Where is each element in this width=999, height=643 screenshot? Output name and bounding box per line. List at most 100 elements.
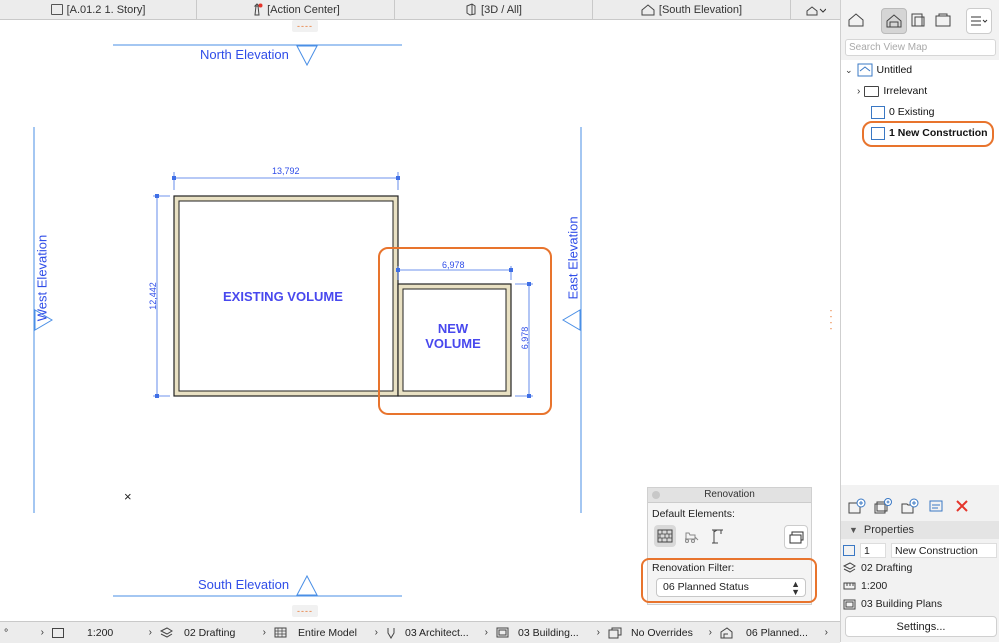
new-view-button[interactable] xyxy=(845,494,869,518)
house-elevation-icon xyxy=(641,3,655,15)
properties-title: Properties xyxy=(863,524,915,536)
publisher-button[interactable] xyxy=(931,8,955,32)
chevron-right-icon: › xyxy=(596,627,600,638)
tab-story[interactable]: [A.01.2 1. Story] xyxy=(0,0,197,19)
new-status-button[interactable] xyxy=(706,525,728,547)
chevron-right-icon: › xyxy=(857,85,861,97)
chevron-right-icon: › xyxy=(262,627,266,638)
new-volume-label-line1: NEW xyxy=(437,321,469,336)
renovation-title-bar[interactable]: Renovation xyxy=(648,488,811,503)
tab-south-elevation-label: [South Elevation] xyxy=(658,3,743,16)
pen-icon xyxy=(387,627,395,639)
tree-item-label: Irrelevant xyxy=(883,85,928,97)
tree-item-label: Untitled xyxy=(876,64,913,76)
search-placeholder: Search View Map xyxy=(849,42,928,53)
options-menu-button[interactable] xyxy=(966,8,992,34)
delete-x-icon xyxy=(956,500,968,512)
settings-button[interactable]: Settings... xyxy=(845,616,997,637)
tree-item-label: 0 Existing xyxy=(889,106,935,118)
scale-item[interactable]: 1:200 › xyxy=(48,627,156,639)
view-map-button[interactable] xyxy=(881,8,907,34)
model-display-item[interactable]: 03 Building... › xyxy=(492,627,604,639)
property-layer-row[interactable]: 02 Drafting xyxy=(843,559,912,577)
clone-view-icon xyxy=(874,498,892,514)
renovation-settings-button[interactable] xyxy=(784,525,808,549)
floor-plan-icon xyxy=(50,4,63,15)
property-scale-row[interactable]: 1:200 xyxy=(843,577,887,595)
tree-item-untitled[interactable]: ⌄ Untitled xyxy=(845,61,912,79)
tab-south-elevation[interactable]: [South Elevation] xyxy=(593,0,791,19)
view-name-field[interactable]: New Construction xyxy=(891,542,997,558)
bottom-dash-marker: ---- xyxy=(292,605,318,617)
scale-ruler-icon xyxy=(843,582,856,590)
new-volume-label-line2: VOLUME xyxy=(425,336,481,351)
model-view-item[interactable]: Entire Model › xyxy=(270,627,382,639)
lighthouse-icon xyxy=(253,3,263,16)
view-icon xyxy=(843,544,855,556)
model-display-label: 03 Building... xyxy=(518,626,579,639)
tab-action-center[interactable]: [Action Center] xyxy=(197,0,395,19)
scale-icon xyxy=(52,627,64,638)
cube-icon xyxy=(466,3,476,16)
graphic-override-label: No Overrides xyxy=(631,626,693,639)
demolish-status-button[interactable] xyxy=(680,525,702,547)
model-view-icon xyxy=(274,627,287,638)
north-elevation-label[interactable]: North Elevation xyxy=(200,47,289,62)
layer-combination-label: 02 Drafting xyxy=(184,626,236,639)
view-tab-bar: [A.01.2 1. Story] [Action Center] [3D / … xyxy=(0,0,840,20)
layout-book-button[interactable] xyxy=(906,8,930,32)
settings-button-label: Settings... xyxy=(896,620,946,633)
tab-story-label: [A.01.2 1. Story] xyxy=(66,3,146,16)
layer-value: 02 Drafting xyxy=(861,562,913,574)
existing-status-button[interactable] xyxy=(654,525,676,547)
dimension-left: 12,442 xyxy=(148,282,158,310)
origin-cross: × xyxy=(124,489,132,504)
view-map-search[interactable]: Search View Map xyxy=(845,39,996,56)
layer-combination-item[interactable]: 02 Drafting › xyxy=(156,627,270,639)
tab-menu-button[interactable] xyxy=(791,0,840,19)
model-view-label: Entire Model xyxy=(298,626,357,639)
view-id-field[interactable]: 1 xyxy=(860,542,886,558)
properties-header[interactable]: ▼ Properties xyxy=(841,521,999,539)
renovation-filter-highlight xyxy=(641,558,817,603)
tree-item-irrelevant[interactable]: › Irrelevant xyxy=(857,82,927,100)
settings-card-icon xyxy=(929,500,943,512)
structure-display-icon xyxy=(843,599,856,609)
renovation-filter-status-label: 06 Planned... xyxy=(746,626,808,639)
tab-action-center-label: [Action Center] xyxy=(267,3,340,16)
chevron-right-icon: › xyxy=(708,627,712,638)
model-display-icon xyxy=(496,627,509,638)
project-map-button[interactable] xyxy=(844,8,868,32)
new-folder-button[interactable] xyxy=(898,494,922,518)
view-settings-button[interactable] xyxy=(924,494,948,518)
publisher-icon xyxy=(935,13,951,27)
dimension-top: 13,792 xyxy=(272,166,300,176)
south-elevation-label[interactable]: South Elevation xyxy=(198,577,289,592)
chevron-right-icon: › xyxy=(40,627,44,638)
angle-item[interactable]: ° › xyxy=(0,627,48,639)
brick-wall-icon xyxy=(657,529,673,543)
navigator-panel: Search View Map ⌄ Untitled › Irrelevant … xyxy=(840,0,999,642)
tree-item-0-existing[interactable]: 0 Existing xyxy=(871,103,935,121)
renovation-filter-item[interactable]: 06 Planned... › xyxy=(716,627,832,639)
disclosure-triangle-icon: ▼ xyxy=(849,525,858,535)
tab-3d[interactable]: [3D / All] xyxy=(395,0,593,19)
delete-button[interactable] xyxy=(950,494,974,518)
new-view-icon xyxy=(848,498,866,514)
bulldozer-icon xyxy=(685,532,699,543)
east-elevation-label[interactable]: East Elevation xyxy=(566,216,581,299)
west-elevation-label[interactable]: West Elevation xyxy=(35,235,50,321)
new-volume-label: NEW VOLUME xyxy=(405,321,501,351)
tab-3d-label: [3D / All] xyxy=(481,3,522,16)
graphic-override-item[interactable]: No Overrides › xyxy=(604,627,716,639)
close-dot-icon[interactable] xyxy=(652,491,660,499)
property-structure-row[interactable]: 03 Building Plans xyxy=(843,595,942,613)
renovation-icon xyxy=(720,626,733,638)
scale-value: 1:200 xyxy=(861,580,888,592)
pen-set-label: 03 Architect... xyxy=(405,626,469,639)
layout-book-icon xyxy=(911,13,925,27)
dimension-new-top: 6,978 xyxy=(442,260,465,270)
pen-set-item[interactable]: 03 Architect... › xyxy=(382,627,492,639)
house-icon xyxy=(848,13,864,27)
clone-view-button[interactable] xyxy=(871,494,895,518)
